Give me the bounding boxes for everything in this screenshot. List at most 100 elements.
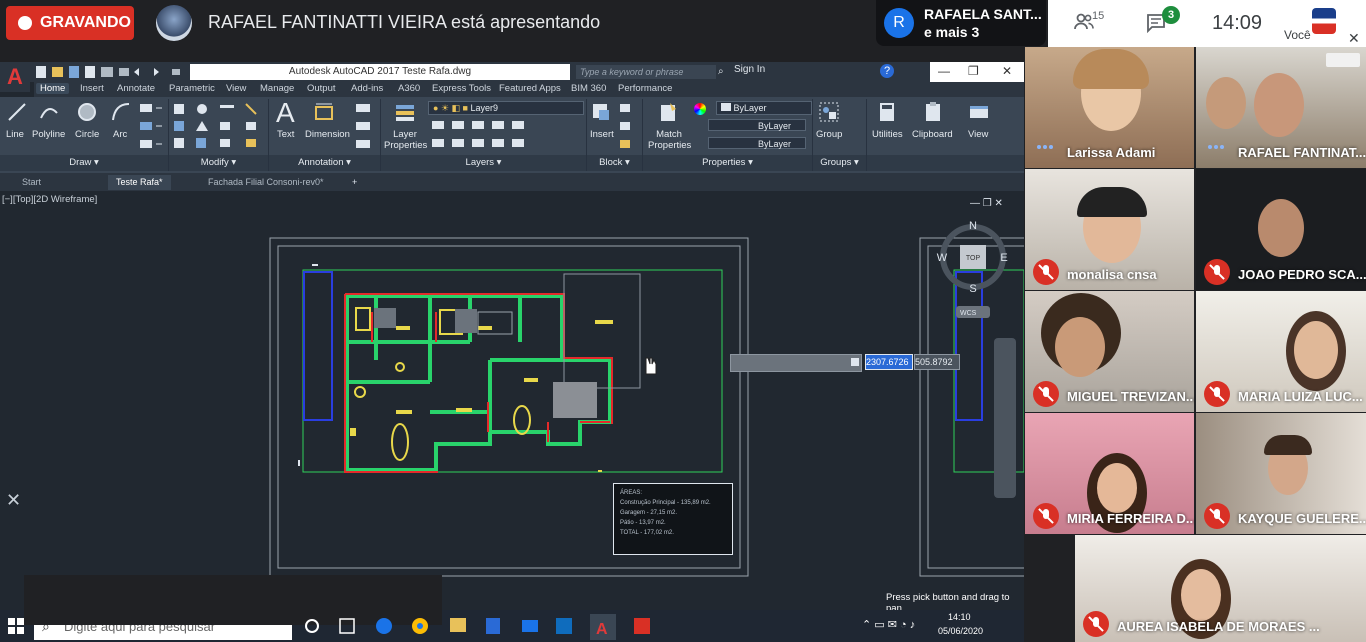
mic-off-icon <box>1204 381 1230 407</box>
file-tab-fachada[interactable]: Fachada Filial Consoni-rev0* <box>200 175 332 190</box>
viewcube-north[interactable]: N <box>969 220 977 232</box>
participant-tile[interactable]: Larissa Adami <box>1025 47 1194 168</box>
participant-tile[interactable]: MIGUEL TREVIZAN... <box>1025 291 1194 412</box>
participant-tile[interactable]: MIRIA FERREIRA D... <box>1025 413 1194 534</box>
color-wheel-icon[interactable] <box>694 103 706 115</box>
layer-properties-tool[interactable]: Layer Properties <box>384 129 427 151</box>
bylayer-3: ByLayer <box>757 139 791 149</box>
quick-access-toolbar[interactable] <box>34 65 184 79</box>
panel-groups[interactable]: Groups ▾ <box>813 155 866 171</box>
pinned-participant[interactable]: R RAFAELA SANT... e mais 3 <box>876 0 1046 46</box>
areas-line: ÁREAS: <box>620 490 643 496</box>
minimize-icon[interactable]: — <box>938 64 950 78</box>
tab-featured-apps[interactable]: Featured Apps <box>499 83 561 94</box>
new-tab-icon[interactable]: + <box>344 175 365 190</box>
panel-layers[interactable]: Layers ▾ <box>381 155 586 171</box>
view-tool[interactable]: View <box>968 129 988 140</box>
window-close-icon[interactable]: ✕ <box>1002 64 1012 78</box>
pinned-more: e mais 3 <box>924 24 980 40</box>
panel-misc <box>867 155 1024 171</box>
text-tool[interactable]: Text <box>277 129 294 140</box>
dynamic-input-box <box>730 354 862 372</box>
viewcube-west[interactable]: W <box>937 252 948 264</box>
panel-modify[interactable]: Modify ▾ <box>169 155 268 171</box>
mic-off-icon <box>1033 259 1059 285</box>
participant-name: monalisa cnsa <box>1067 267 1157 282</box>
group-tool[interactable]: Group <box>816 129 842 140</box>
participant-tile[interactable]: monalisa cnsa <box>1025 169 1194 290</box>
help-icon[interactable]: ? <box>880 64 894 78</box>
tab-annotate[interactable]: Annotate <box>117 83 155 94</box>
viewcube-top[interactable]: TOP <box>966 255 981 262</box>
panel-draw[interactable]: Draw ▾ <box>0 155 168 171</box>
viewcube-east[interactable]: E <box>1000 252 1007 264</box>
layer-name: Layer9 <box>470 103 498 113</box>
circle-tool[interactable]: Circle <box>75 129 99 140</box>
line-icon <box>8 103 26 121</box>
record-dot-icon <box>18 16 32 30</box>
sign-in-button[interactable]: Sign In <box>734 64 765 75</box>
participant-tile[interactable]: AUREA ISABELA DE MORAES ... <box>1075 535 1366 642</box>
tab-home[interactable]: Home <box>36 83 70 94</box>
autocad-search-input[interactable]: Type a keyword or phrase <box>576 65 716 79</box>
tab-insert[interactable]: Insert <box>80 83 104 94</box>
tab-add-ins[interactable]: Add-ins <box>351 83 383 94</box>
tab-parametric[interactable]: Parametric <box>169 83 215 94</box>
wcs-label[interactable]: WCS <box>960 310 977 317</box>
participant-name: MIRIA FERREIRA D... <box>1067 511 1194 526</box>
utilities-tool[interactable]: Utilities <box>872 129 903 140</box>
block-extra-icons[interactable] <box>618 102 634 150</box>
participant-tile[interactable]: JOAO PEDRO SCA... <box>1196 169 1366 290</box>
layer-dropdown[interactable]: ● ☀ ◧ ■ Layer9 <box>428 101 584 115</box>
draw-extra-icons[interactable] <box>138 102 166 150</box>
participant-tile[interactable]: RAFAEL FANTINAT... <box>1196 47 1366 168</box>
panel-block[interactable]: Block ▾ <box>587 155 642 171</box>
match-properties-tool[interactable]: Match Properties <box>648 129 691 151</box>
bylayer-2: ByLayer <box>757 121 791 131</box>
people-icon[interactable] <box>1074 12 1094 32</box>
lock-icon[interactable] <box>851 358 859 366</box>
restore-icon[interactable]: ❐ <box>968 64 979 78</box>
tab-express-tools[interactable]: Express Tools <box>432 83 491 94</box>
viewcube-south[interactable]: S <box>969 283 976 295</box>
participant-tile[interactable]: KAYQUE GUELERE... <box>1196 413 1366 534</box>
close-icon[interactable]: ✕ <box>1348 30 1360 47</box>
dimension-tool[interactable]: Dimension <box>305 129 350 140</box>
arc-icon <box>112 103 130 121</box>
file-tab-teste-rafa[interactable]: Teste Rafa* <box>108 175 171 190</box>
tab-view[interactable]: View <box>226 83 246 94</box>
clipboard-tool[interactable]: Clipboard <box>912 129 953 140</box>
windows-start-icon[interactable] <box>8 618 24 634</box>
coord-y-input[interactable]: 505.8792 <box>914 354 960 370</box>
text-icon: A <box>276 97 295 128</box>
insert-tool[interactable]: Insert <box>590 129 614 140</box>
drawing-viewport[interactable]: [−][Top][2D Wireframe] — ❐ ✕ TOP N S E W… <box>0 192 1024 610</box>
arc-tool[interactable]: Arc <box>113 129 127 140</box>
system-tray-icons[interactable]: ⌃ ▭ ✉ ◔ ♪ <box>862 618 915 631</box>
modify-tools-icons[interactable] <box>172 102 264 150</box>
panel-annotation[interactable]: Annotation ▾ <box>269 155 380 171</box>
coord-x-input[interactable]: 2307.6726 <box>865 354 913 370</box>
taskbar-app-icons[interactable]: A <box>300 612 660 640</box>
you-logo <box>1312 8 1336 34</box>
lineweight-dropdown[interactable]: ByLayer <box>708 119 806 131</box>
color-dropdown[interactable]: ByLayer <box>716 101 812 115</box>
linetype-dropdown[interactable]: ByLayer <box>708 137 806 149</box>
tab-manage[interactable]: Manage <box>260 83 294 94</box>
line-tool[interactable]: Line <box>6 129 24 140</box>
file-tab-start[interactable]: Start <box>14 175 49 190</box>
annotation-extra-icons[interactable] <box>354 102 376 150</box>
tab-a360[interactable]: A360 <box>398 83 420 94</box>
tab-output[interactable]: Output <box>307 83 336 94</box>
tab-bim-360[interactable]: BIM 360 <box>571 83 606 94</box>
polyline-tool[interactable]: Polyline <box>32 129 65 140</box>
panel-properties[interactable]: Properties ▾ <box>643 155 812 171</box>
tab-performance[interactable]: Performance <box>618 83 672 94</box>
areas-line: Construção Principal - 135,89 m2. <box>620 500 711 506</box>
participant-name: AUREA ISABELA DE MORAES ... <box>1117 619 1320 634</box>
binoculars-icon[interactable]: ⌕ <box>718 66 724 77</box>
autocad-logo-icon[interactable]: A <box>0 62 30 92</box>
layer-extra-icons[interactable] <box>430 119 570 151</box>
participant-tile[interactable]: MARIA LUIZA LUC... <box>1196 291 1366 412</box>
participant-name: KAYQUE GUELERE... <box>1238 511 1366 526</box>
